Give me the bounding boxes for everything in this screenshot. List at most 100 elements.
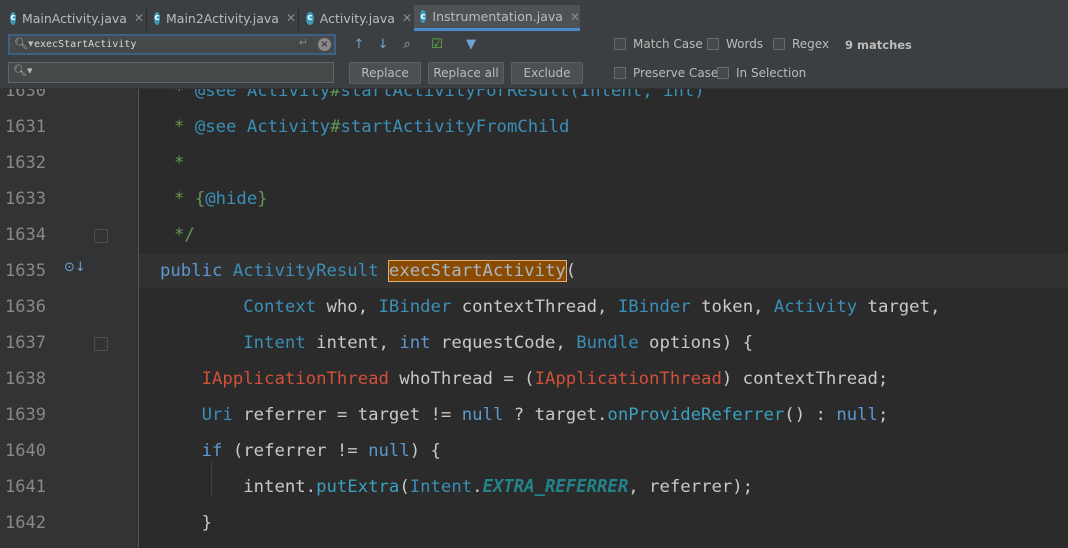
- code-token: null: [368, 441, 410, 461]
- code-token: requestCode,: [430, 333, 577, 353]
- replace-all-button[interactable]: Replace all: [428, 62, 504, 84]
- code-token: Activity: [236, 117, 331, 137]
- replace-input[interactable]: 🔍︎▾: [8, 62, 334, 83]
- checkbox-box[interactable]: [614, 38, 626, 50]
- regex-label: Regex: [792, 37, 830, 51]
- code-token: ActivityResult: [232, 261, 389, 281]
- gutter-divider: [138, 89, 139, 548]
- code-token: Intent: [243, 333, 306, 353]
- close-icon[interactable]: ✕: [402, 11, 412, 25]
- previous-occurrence-icon[interactable]: ↑: [350, 36, 368, 52]
- c-class-icon: c: [420, 10, 427, 23]
- code-token: , referrer);: [628, 477, 754, 497]
- words-checkbox[interactable]: Words: [707, 37, 763, 51]
- close-icon[interactable]: ✕: [286, 11, 296, 25]
- code-line[interactable]: intent.putExtra(Intent.EXTRA_REFERRER, r…: [160, 477, 753, 497]
- search-history-icon[interactable]: 🔍︎▾: [14, 37, 34, 50]
- code-token: null: [461, 405, 504, 425]
- replace-history-icon[interactable]: 🔍︎▾: [13, 64, 33, 77]
- code-token: ;: [877, 405, 889, 425]
- code-token: putExtra: [316, 477, 400, 497]
- code-line[interactable]: IApplicationThread whoThread = (IApplica…: [160, 369, 889, 389]
- clear-search-icon[interactable]: ×: [318, 38, 331, 51]
- code-line[interactable]: if (referrer != null) {: [160, 441, 441, 461]
- select-all-occurrences-icon[interactable]: ☑: [428, 36, 446, 52]
- search-input[interactable]: 🔍︎▾ execStartActivity ↵ ×: [8, 34, 336, 55]
- code-line[interactable]: Context who, IBinder contextThread, IBin…: [160, 297, 940, 317]
- next-occurrence-icon[interactable]: ↓: [374, 36, 392, 52]
- fold-marker-icon[interactable]: [94, 337, 108, 351]
- code-token: (referrer !=: [222, 441, 369, 461]
- replace-button[interactable]: Replace: [349, 62, 421, 84]
- tab-mainactivity[interactable]: c MainActivity.java ✕: [4, 5, 144, 31]
- override-method-icon[interactable]: ⊙↓: [64, 260, 86, 275]
- code-token: startActivityFromChild: [340, 117, 570, 137]
- code-token: @hide: [205, 189, 258, 209]
- code-token: contextThread,: [451, 297, 618, 317]
- fold-marker-icon[interactable]: [94, 229, 108, 243]
- checkbox-box[interactable]: [717, 67, 729, 79]
- match-case-checkbox[interactable]: Match Case: [614, 37, 703, 51]
- code-token: EXTRA_REFERRER: [482, 477, 629, 497]
- checkbox-box[interactable]: [773, 38, 785, 50]
- tab-label: MainActivity.java: [21, 10, 127, 26]
- new-line-icon[interactable]: ↵: [299, 36, 308, 49]
- code-token: intent.: [160, 477, 317, 497]
- line-number: 1642: [5, 513, 46, 533]
- line-number: 1636: [5, 297, 46, 317]
- code-token: () :: [784, 405, 837, 425]
- preserve-case-checkbox[interactable]: Preserve Case: [614, 66, 718, 80]
- c-class-icon: c: [306, 11, 314, 25]
- code-token: *: [174, 117, 195, 137]
- in-selection-checkbox[interactable]: In Selection: [717, 66, 806, 80]
- code-line[interactable]: * @see Activity#startActivityForResult(I…: [174, 89, 705, 101]
- code-token: #: [330, 89, 341, 101]
- exclude-button[interactable]: Exclude: [511, 62, 583, 84]
- line-number: 1634: [5, 225, 46, 245]
- in-selection-label: In Selection: [736, 66, 807, 80]
- code-line[interactable]: * {@hide}: [174, 189, 268, 209]
- code-line[interactable]: Uri referrer = target != null ? target.o…: [160, 405, 889, 425]
- code-token: @see: [194, 89, 237, 101]
- code-line[interactable]: */: [174, 225, 195, 245]
- code-token: int: [399, 333, 431, 353]
- checkbox-box[interactable]: [614, 67, 626, 79]
- close-icon[interactable]: ✕: [134, 11, 144, 25]
- code-token: * {: [174, 189, 206, 209]
- code-token: target,: [857, 297, 941, 317]
- code-editor[interactable]: ⊙↓ 1630 * @see Activity#startActivityForR…: [0, 89, 1068, 548]
- line-number: 1635: [5, 261, 46, 281]
- code-line[interactable]: *: [174, 153, 184, 173]
- tab-activity[interactable]: c Activity.java ✕: [300, 5, 412, 31]
- code-token: ) {: [409, 441, 441, 461]
- code-token: Activity: [236, 89, 331, 101]
- regex-checkbox[interactable]: Regex: [773, 37, 829, 51]
- tab-label: Instrumentation.java: [432, 9, 563, 24]
- preserve-case-label: Preserve Case: [633, 66, 719, 80]
- code-token: */: [174, 225, 195, 245]
- tab-main2activity[interactable]: c Main2Activity.java ✕: [148, 5, 296, 31]
- line-number: 1641: [5, 477, 46, 497]
- find-all-icon[interactable]: ⌕: [398, 36, 416, 52]
- tab-instrumentation[interactable]: c Instrumentation.java ✕: [414, 5, 580, 31]
- code-token: ) contextThread;: [721, 369, 889, 389]
- code-line[interactable]: public ActivityResult execStartActivity(: [160, 260, 576, 282]
- tab-divider: [146, 6, 147, 30]
- filter-icon[interactable]: ▼: [462, 36, 480, 52]
- code-token: onProvideReferrer: [607, 405, 785, 425]
- code-token: Uri: [201, 405, 233, 425]
- code-token: IBinder: [617, 297, 691, 317]
- close-icon[interactable]: ✕: [570, 10, 580, 24]
- code-line[interactable]: Intent intent, int requestCode, Bundle o…: [160, 333, 753, 353]
- code-line[interactable]: * @see Activity#startActivityFromChild: [174, 117, 569, 137]
- checkbox-box[interactable]: [707, 38, 719, 50]
- code-token: whoThread = (: [388, 369, 535, 389]
- code-token: if: [201, 441, 223, 461]
- code-line[interactable]: }: [160, 513, 212, 533]
- code-token: Activity: [773, 297, 858, 317]
- code-token: public: [160, 261, 233, 281]
